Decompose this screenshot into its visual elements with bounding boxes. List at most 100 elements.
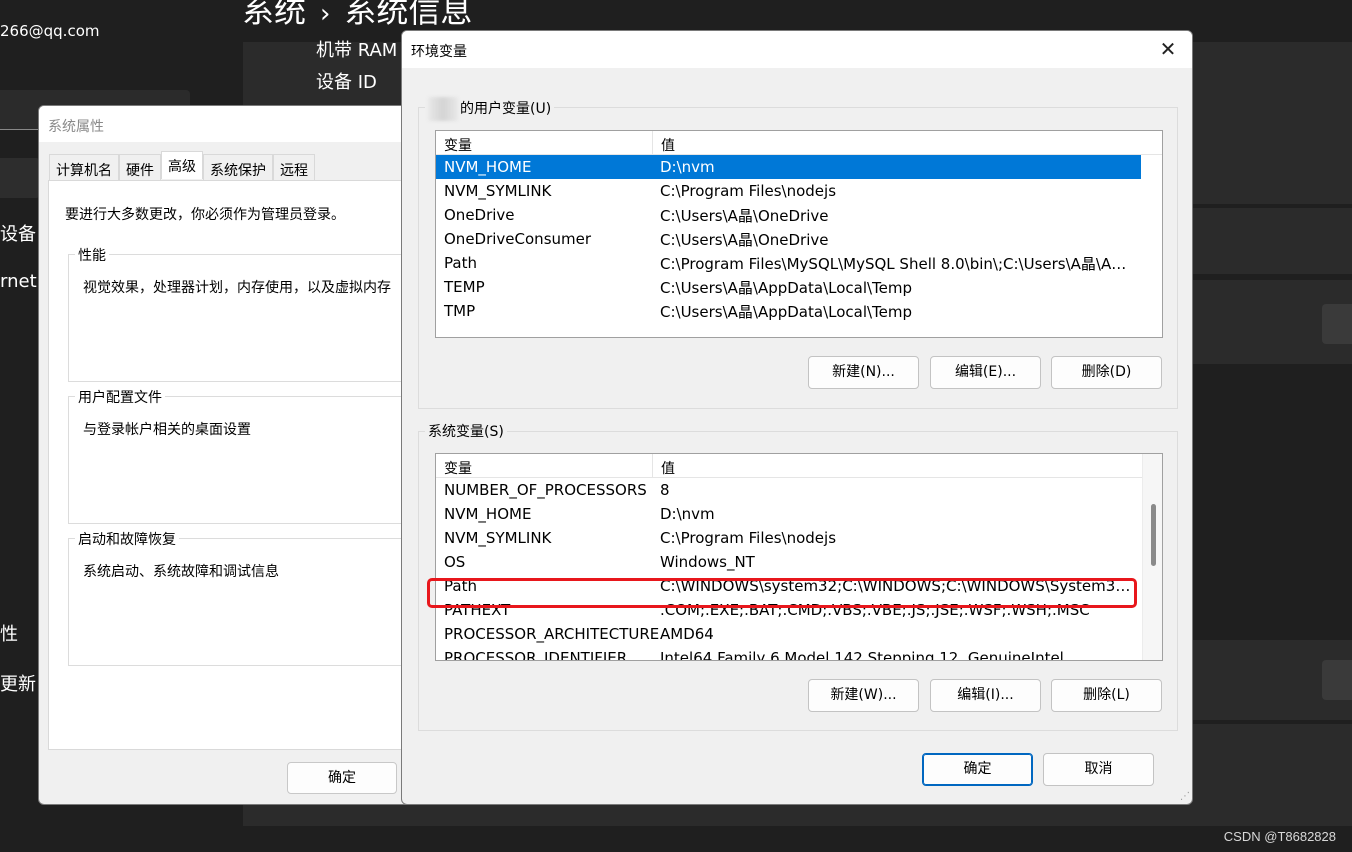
system-properties-dialog: 系统属性 计算机名 硬件 高级 系统保护 远程 要进行大多数更改，你必须作为管理… (38, 105, 418, 805)
group-label: 用户配置文件 (75, 387, 165, 407)
ok-button[interactable]: 确定 (922, 753, 1033, 786)
column-header-value[interactable]: 值 (653, 454, 675, 477)
ok-button[interactable]: 确定 (287, 762, 397, 794)
account-email: 266@qq.com (0, 22, 100, 40)
list-header: 变量 值 (436, 131, 1162, 155)
variable-value: C:\Program Files\nodejs (660, 182, 837, 200)
group-description: 系统启动、系统故障和调试信息 (83, 564, 279, 580)
variable-value: D:\nvm (660, 158, 715, 176)
group-startup-recovery: 启动和故障恢复 系统启动、系统故障和调试信息 (68, 529, 417, 666)
environment-variables-dialog: 环境变量 ✕ 的用户变量(U) 变量 值 NVM_HOME D:\nvm NVM_S… (401, 30, 1193, 805)
user-edit-button[interactable]: 编辑(E)... (930, 356, 1041, 389)
variable-name: TMP (444, 302, 476, 320)
nav-selection-indicator (0, 158, 40, 198)
user-variables-section: 的用户变量(U) 变量 值 NVM_HOME D:\nvm NVM_SYMLINK C… (418, 97, 1178, 409)
system-new-button[interactable]: 新建(W)... (808, 679, 919, 712)
group-description: 视觉效果，处理器计划，内存使用，以及虚拟内存 (83, 280, 391, 296)
group-label: 启动和故障恢复 (75, 529, 179, 549)
group-description: 与登录帐户相关的桌面设置 (83, 422, 251, 438)
variable-value: Intel64 Family 6 Model 142 Stepping 12, … (660, 649, 1064, 661)
breadcrumb-parent[interactable]: 系统 (242, 0, 306, 30)
watermark: CSDN @T8682828 (1223, 829, 1336, 844)
table-row[interactable]: PROCESSOR_ARCHITECTURE AMD64 (436, 622, 1162, 646)
variable-value: Windows_NT (660, 553, 755, 571)
column-header-variable[interactable]: 变量 (436, 131, 653, 154)
variable-value: C:\Users\A晶\OneDrive (660, 230, 829, 249)
variable-name: Path (444, 254, 477, 272)
tab-advanced[interactable]: 高级 (161, 151, 203, 179)
variable-value: 8 (660, 481, 670, 499)
nav-item-devices[interactable]: 设备 (0, 220, 36, 246)
page-title: 系统 › 系统信息 (242, 0, 472, 32)
variable-name: NVM_SYMLINK (444, 182, 552, 200)
tab-remote[interactable]: 远程 (273, 154, 315, 180)
variable-name: PROCESSOR_ARCHITECTURE (444, 625, 660, 643)
title-bar: 环境变量 ✕ (402, 31, 1192, 68)
table-row[interactable]: OneDrive C:\Users\A晶\OneDrive (436, 203, 1162, 227)
system-variables-label: 系统变量(S) (425, 421, 507, 441)
path-highlight-annotation (427, 578, 1137, 608)
variable-value: D:\nvm (660, 505, 715, 523)
table-row[interactable]: NUMBER_OF_PROCESSORS 8 (436, 478, 1162, 502)
variable-value: C:\Users\A晶\OneDrive (660, 206, 829, 225)
variable-name: OneDrive (444, 206, 515, 224)
variable-value: C:\Program Files\MySQL\MySQL Shell 8.0\b… (660, 254, 1135, 273)
table-row[interactable]: NVM_HOME D:\nvm (436, 155, 1141, 179)
variable-name: NVM_SYMLINK (444, 529, 552, 547)
tab-bar: 计算机名 硬件 高级 系统保护 远程 (49, 151, 315, 180)
admin-note: 要进行大多数更改，你必须作为管理员登录。 (65, 207, 345, 223)
system-variables-list[interactable]: 变量 值 NUMBER_OF_PROCESSORS 8 NVM_HOME D:\nvm… (435, 453, 1163, 661)
variable-name: NUMBER_OF_PROCESSORS (444, 481, 647, 499)
dialog-title: 系统属性 (39, 106, 417, 142)
user-variables-label: 的用户变量(U) (425, 97, 555, 121)
table-row[interactable]: NVM_SYMLINK C:\Program Files\nodejs (436, 179, 1162, 203)
resize-grip-icon[interactable]: ⋰ (1180, 791, 1190, 802)
card-button[interactable] (1322, 304, 1352, 344)
variable-value: C:\Users\A晶\AppData\Local\Temp (660, 302, 913, 321)
variable-name: PROCESSOR_IDENTIFIER (444, 649, 628, 661)
variable-name: OneDriveConsumer (444, 230, 592, 248)
list-header: 变量 值 (436, 454, 1162, 478)
variable-name: NVM_HOME (444, 158, 532, 176)
close-icon[interactable]: ✕ (1156, 37, 1180, 61)
variable-value: AMD64 (660, 625, 714, 643)
spec-ram-label: 机带 RAM (316, 40, 398, 61)
variable-name: TEMP (444, 278, 485, 296)
nav-item-accessibility[interactable]: 性 (0, 620, 18, 646)
column-header-value[interactable]: 值 (653, 131, 675, 154)
user-new-button[interactable]: 新建(N)... (808, 356, 919, 389)
group-user-profiles: 用户配置文件 与登录帐户相关的桌面设置 (68, 387, 417, 524)
cancel-button[interactable]: 取消 (1043, 753, 1154, 786)
table-row[interactable]: NVM_HOME D:\nvm (436, 502, 1162, 526)
tab-system-protection[interactable]: 系统保护 (203, 154, 273, 180)
table-row[interactable]: OS Windows_NT (436, 550, 1162, 574)
nav-item-internet[interactable]: rnet (0, 271, 37, 292)
user-variables-list[interactable]: 变量 值 NVM_HOME D:\nvm NVM_SYMLINK C:\Program… (435, 130, 1163, 338)
table-row[interactable]: TMP C:\Users\A晶\AppData\Local\Temp (436, 299, 1162, 323)
system-edit-button[interactable]: 编辑(I)... (930, 679, 1041, 712)
spec-device-id-label: 设备 ID (316, 72, 377, 93)
table-row[interactable]: NVM_SYMLINK C:\Program Files\nodejs (436, 526, 1162, 550)
table-row[interactable]: TEMP C:\Users\A晶\AppData\Local\Temp (436, 275, 1162, 299)
system-delete-button[interactable]: 删除(L) (1051, 679, 1162, 712)
redacted-username (428, 97, 458, 121)
system-list-scrollbar[interactable] (1142, 454, 1162, 660)
nav-item-update[interactable]: 更新 (0, 670, 36, 696)
tab-computer-name[interactable]: 计算机名 (49, 154, 119, 180)
dialog-title: 环境变量 (411, 44, 467, 60)
variable-value: C:\Program Files\nodejs (660, 529, 837, 547)
user-delete-button[interactable]: 删除(D) (1051, 356, 1162, 389)
scrollbar-thumb[interactable] (1151, 504, 1156, 566)
group-performance: 性能 视觉效果，处理器计划，内存使用，以及虚拟内存 (68, 245, 417, 382)
variable-value: C:\Users\A晶\AppData\Local\Temp (660, 278, 913, 297)
variable-name: OS (444, 553, 466, 571)
table-row[interactable]: Path C:\Program Files\MySQL\MySQL Shell 8… (436, 251, 1162, 275)
column-header-variable[interactable]: 变量 (436, 454, 653, 477)
card-button[interactable] (1322, 660, 1352, 700)
breadcrumb-current: 系统信息 (344, 0, 473, 30)
breadcrumb-separator: › (320, 0, 331, 29)
table-row[interactable]: OneDriveConsumer C:\Users\A晶\OneDrive (436, 227, 1162, 251)
table-row[interactable]: PROCESSOR_IDENTIFIER Intel64 Family 6 Mod… (436, 646, 1162, 661)
tab-hardware[interactable]: 硬件 (119, 154, 161, 180)
group-label: 性能 (75, 245, 109, 265)
